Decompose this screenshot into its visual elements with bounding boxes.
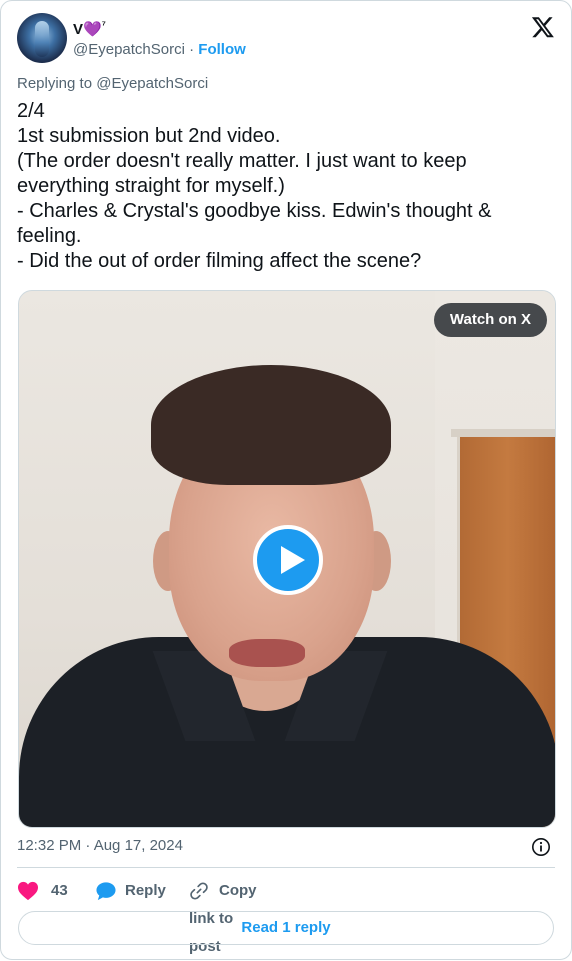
read-replies-button[interactable]: Read 1 reply	[18, 911, 554, 945]
embedded-post-card: V💜⁷ @EyepatchSorci · Follow Replying to …	[0, 0, 572, 960]
handle-row: @EyepatchSorci · Follow	[73, 40, 246, 60]
post-header: V💜⁷ @EyepatchSorci · Follow	[17, 13, 555, 65]
author-handle[interactable]: @EyepatchSorci	[73, 41, 185, 58]
copy-link-button[interactable]: Copy link to post	[189, 877, 257, 955]
like-button[interactable]: 43	[17, 877, 68, 905]
like-count: 43	[51, 882, 68, 899]
person-mouth	[229, 639, 305, 667]
display-name-text: V	[73, 21, 84, 38]
link-icon	[190, 882, 208, 900]
divider	[17, 867, 555, 868]
heart-icon	[18, 881, 38, 901]
reply-button[interactable]: Reply	[95, 877, 166, 905]
info-icon[interactable]	[531, 837, 551, 857]
follow-button[interactable]: Follow	[198, 41, 246, 58]
person-hair	[151, 365, 391, 485]
reply-label: Reply	[125, 882, 166, 899]
video-media[interactable]: Watch on X	[18, 290, 556, 828]
post-timestamp[interactable]: 12:32 PM · Aug 17, 2024	[17, 837, 183, 854]
post-text: 2/4 1st submission but 2nd video. (The o…	[17, 100, 492, 272]
watch-on-x-button[interactable]: Watch on X	[433, 303, 547, 337]
reply-bubble-icon	[96, 882, 116, 901]
name-suffix: ⁷	[101, 20, 106, 31]
replying-to[interactable]: Replying to @EyepatchSorci	[17, 75, 208, 92]
play-icon	[281, 546, 305, 574]
handle-separator: ·	[189, 41, 195, 58]
author-display-name[interactable]: V💜⁷	[73, 16, 246, 40]
x-logo-icon[interactable]	[531, 15, 555, 39]
purple-heart-emoji: 💜	[83, 21, 102, 38]
door-frame	[451, 429, 555, 437]
play-button[interactable]	[253, 525, 323, 595]
author-block: V💜⁷ @EyepatchSorci · Follow	[73, 16, 246, 60]
avatar[interactable]	[17, 13, 67, 63]
